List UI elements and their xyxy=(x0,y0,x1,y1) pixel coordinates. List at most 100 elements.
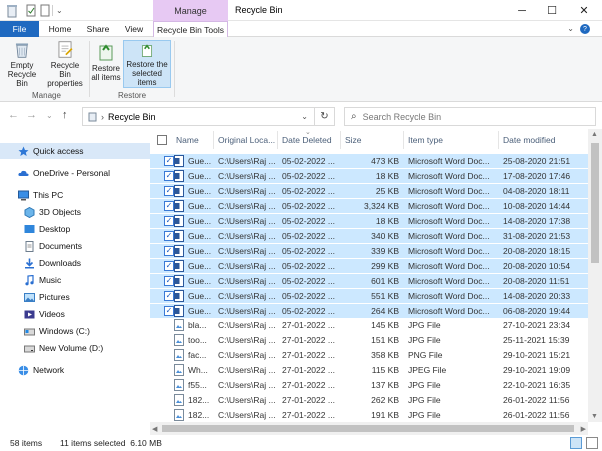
nav-item-documents[interactable]: Documents xyxy=(0,238,150,254)
nav-item-desktop[interactable]: Desktop xyxy=(0,221,150,237)
table-row[interactable]: ✓ Gue... C:\Users\Raj ... 05-02-2022 ... 3,3… xyxy=(150,198,588,213)
customize-quick-access-icon[interactable]: ⌄ xyxy=(56,3,63,18)
row-checkbox[interactable]: ✓ xyxy=(164,156,174,166)
row-checkbox[interactable]: ✓ xyxy=(164,291,174,301)
table-row[interactable]: ✓ Gue... C:\Users\Raj ... 05-02-2022 ... 601… xyxy=(150,273,588,288)
new-folder-quick-access-icon[interactable] xyxy=(40,3,50,18)
row-checkbox[interactable]: ✓ xyxy=(164,216,174,226)
table-row[interactable]: too... C:\Users\Raj ... 27-01-2022 ... 151 … xyxy=(150,333,588,348)
table-row[interactable]: 182... C:\Users\Raj ... 27-01-2022 ... 191 … xyxy=(150,408,588,422)
nav-item-quick-access[interactable]: Quick access xyxy=(0,143,150,159)
empty-recycle-bin-button[interactable]: Empty Recycle Bin xyxy=(4,40,40,88)
cell-item-type: Microsoft Word Doc... xyxy=(408,186,490,196)
ribbon-group-separator xyxy=(174,41,175,97)
table-row[interactable]: ✓ Gue... C:\Users\Raj ... 05-02-2022 ... 18 … xyxy=(150,168,588,183)
nav-item-this-pc[interactable]: This PC xyxy=(0,187,150,203)
select-all-checkbox[interactable] xyxy=(157,135,167,145)
recycle-bin-properties-button[interactable]: Recycle Bin properties xyxy=(44,40,86,88)
column-item-type[interactable]: Item type xyxy=(408,135,443,145)
scroll-down-icon[interactable]: ▼ xyxy=(591,413,598,420)
column-date-deleted[interactable]: Date Deleted xyxy=(282,135,332,145)
column-divider[interactable] xyxy=(277,131,278,149)
table-row[interactable]: Wh... C:\Users\Raj ... 27-01-2022 ... 115 K… xyxy=(150,363,588,378)
image-file-icon xyxy=(174,409,184,421)
breadcrumb-recycle-bin[interactable]: Recycle Bin xyxy=(108,112,156,122)
cell-size: 3,324 KB xyxy=(364,201,399,211)
tab-home[interactable]: Home xyxy=(44,21,76,37)
table-row[interactable]: f55... C:\Users\Raj ... 27-01-2022 ... 137 … xyxy=(150,378,588,393)
scroll-left-icon[interactable]: ◀ xyxy=(152,425,157,433)
collapse-ribbon-icon[interactable]: ⌄ xyxy=(567,24,574,33)
row-checkbox[interactable]: ✓ xyxy=(164,276,174,286)
row-checkbox[interactable]: ✓ xyxy=(164,186,174,196)
nav-item-3d-objects[interactable]: 3D Objects xyxy=(0,204,150,220)
column-divider[interactable] xyxy=(498,131,499,149)
row-checkbox[interactable]: ✓ xyxy=(164,171,174,181)
table-row[interactable]: fac... C:\Users\Raj ... 27-01-2022 ... 358 … xyxy=(150,348,588,363)
large-icons-view-icon[interactable] xyxy=(586,437,598,449)
vertical-scroll-thumb[interactable] xyxy=(591,143,599,263)
table-row[interactable]: ✓ Gue... C:\Users\Raj ... 05-02-2022 ... 551… xyxy=(150,288,588,303)
column-divider[interactable] xyxy=(403,131,404,149)
table-row[interactable]: ✓ Gue... C:\Users\Raj ... 05-02-2022 ... 264… xyxy=(150,303,588,318)
column-divider[interactable] xyxy=(340,131,341,149)
table-row[interactable]: ✓ Gue... C:\Users\Raj ... 05-02-2022 ... 339… xyxy=(150,243,588,258)
nav-item-downloads[interactable]: Downloads xyxy=(0,255,150,271)
tab-recycle-bin-tools[interactable]: Recycle Bin Tools xyxy=(153,21,228,38)
column-size[interactable]: Size xyxy=(345,135,362,145)
vertical-scrollbar[interactable]: ▲ ▼ xyxy=(588,129,602,422)
refresh-button[interactable]: ↻ xyxy=(314,108,334,125)
scroll-right-icon[interactable]: ▶ xyxy=(581,425,586,433)
recycle-bin-icon xyxy=(88,112,97,122)
address-dropdown-icon[interactable]: ⌄ xyxy=(301,112,308,121)
image-file-icon xyxy=(174,319,184,331)
help-icon[interactable]: ? xyxy=(580,24,590,34)
horizontal-scrollbar[interactable]: ◀ ▶ xyxy=(150,422,588,435)
nav-item-new-volume-d[interactable]: New Volume (D:) xyxy=(0,340,150,356)
nav-item-network[interactable]: Network xyxy=(0,362,150,378)
nav-item-music[interactable]: Music xyxy=(0,272,150,288)
table-row[interactable]: ✓ Gue... C:\Users\Raj ... 05-02-2022 ... 25 … xyxy=(150,183,588,198)
tab-view[interactable]: View xyxy=(120,21,148,37)
table-row[interactable]: ✓ Gue... C:\Users\Raj ... 05-02-2022 ... 299… xyxy=(150,258,588,273)
address-bar[interactable]: › Recycle Bin ⌄ ↻ xyxy=(82,107,335,126)
table-row[interactable]: 182... C:\Users\Raj ... 27-01-2022 ... 262 … xyxy=(150,393,588,408)
restore-selected-items-button[interactable]: Restore the selected items xyxy=(123,40,171,88)
close-button[interactable]: ✕ xyxy=(568,0,600,21)
horizontal-scroll-thumb[interactable] xyxy=(162,425,574,432)
column-date-modified[interactable]: Date modified xyxy=(503,135,555,145)
forward-icon[interactable]: → xyxy=(26,109,37,121)
row-checkbox[interactable]: ✓ xyxy=(164,231,174,241)
minimize-button[interactable]: ─ xyxy=(506,0,538,21)
search-input[interactable]: ⌕ Search Recycle Bin xyxy=(344,107,596,126)
cell-original-location: C:\Users\Raj ... xyxy=(218,380,276,390)
table-row[interactable]: ✓ Gue... C:\Users\Raj ... 05-02-2022 ... 473… xyxy=(150,153,588,168)
row-checkbox[interactable]: ✓ xyxy=(164,306,174,316)
details-view-icon[interactable] xyxy=(570,437,582,449)
empty-recycle-bin-label: Empty Recycle Bin xyxy=(7,61,37,88)
maximize-button[interactable]: ☐ xyxy=(536,0,568,21)
properties-quick-access-icon[interactable] xyxy=(26,3,36,18)
tab-share[interactable]: Share xyxy=(82,21,114,37)
row-checkbox[interactable]: ✓ xyxy=(164,201,174,211)
nav-item-windows-c[interactable]: Windows (C:) xyxy=(0,323,150,339)
table-row[interactable]: ✓ Gue... C:\Users\Raj ... 05-02-2022 ... 18 … xyxy=(150,213,588,228)
window-title: Recycle Bin xyxy=(235,5,283,15)
nav-item-pictures[interactable]: Pictures xyxy=(0,289,150,305)
nav-item-videos[interactable]: Videos xyxy=(0,306,150,322)
column-divider[interactable] xyxy=(213,131,214,149)
table-row[interactable]: bla... C:\Users\Raj ... 27-01-2022 ... 145 … xyxy=(150,318,588,333)
tab-file[interactable]: File xyxy=(0,21,39,37)
restore-all-items-button[interactable]: Restore all items xyxy=(91,40,121,88)
ribbon: Empty Recycle Bin Recycle Bin properties… xyxy=(0,37,602,102)
table-row[interactable]: ✓ Gue... C:\Users\Raj ... 05-02-2022 ... 340… xyxy=(150,228,588,243)
scroll-up-icon[interactable]: ▲ xyxy=(591,131,598,138)
recent-locations-icon[interactable]: ⌄ xyxy=(46,111,53,120)
up-icon[interactable]: ↑ xyxy=(62,109,68,121)
row-checkbox[interactable]: ✓ xyxy=(164,246,174,256)
row-checkbox[interactable]: ✓ xyxy=(164,261,174,271)
nav-item-onedrive[interactable]: OneDrive - Personal xyxy=(0,165,150,181)
column-name[interactable]: Name xyxy=(176,135,199,145)
back-icon[interactable]: ← xyxy=(8,109,19,121)
column-original-location[interactable]: Original Loca... xyxy=(218,135,275,145)
